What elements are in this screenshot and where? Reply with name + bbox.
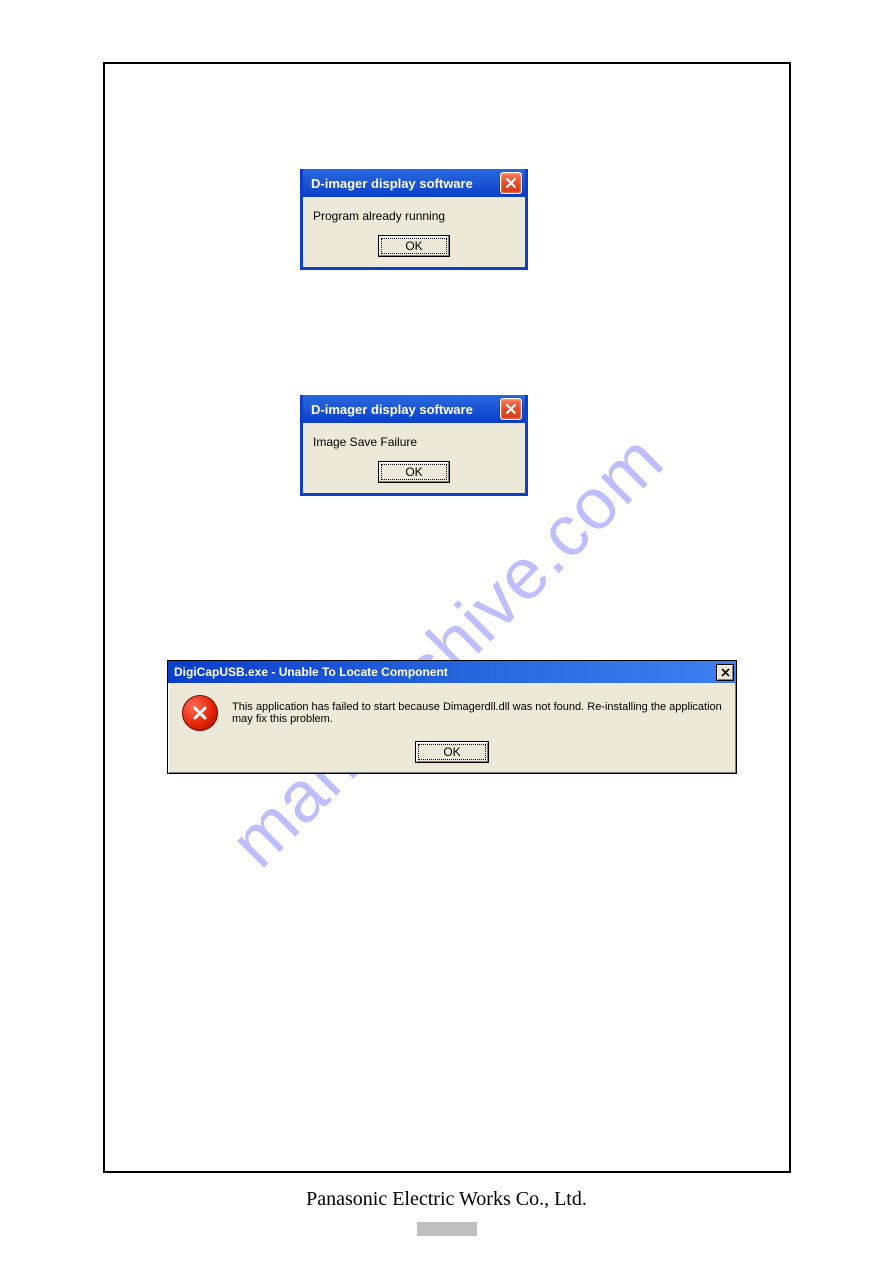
dialog1-body: Program already running OK	[303, 197, 525, 267]
footer-page-indicator	[417, 1222, 477, 1236]
dialog3-body: This application has failed to start bec…	[168, 683, 736, 735]
ok-button[interactable]: OK	[378, 461, 450, 483]
ok-button[interactable]: OK	[415, 741, 489, 763]
error-icon	[182, 695, 218, 731]
ok-button[interactable]: OK	[378, 235, 450, 257]
close-icon[interactable]	[716, 664, 734, 681]
dialog3-title: DigiCapUSB.exe - Unable To Locate Compon…	[174, 665, 716, 679]
dialog2-title: D-imager display software	[311, 402, 500, 417]
footer-company: Panasonic Electric Works Co., Ltd.	[0, 1188, 893, 1211]
dialog2-message: Image Save Failure	[313, 435, 515, 449]
dialog-unable-to-locate-component: DigiCapUSB.exe - Unable To Locate Compon…	[167, 660, 737, 774]
dialog2-titlebar[interactable]: D-imager display software	[303, 395, 525, 423]
dialog2-body: Image Save Failure OK	[303, 423, 525, 493]
document-frame: manualshive.com D-imager display softwar…	[103, 62, 791, 1173]
document-page: manualshive.com D-imager display softwar…	[0, 0, 893, 1263]
dialog1-titlebar[interactable]: D-imager display software	[303, 169, 525, 197]
dialog3-message: This application has failed to start bec…	[232, 701, 722, 725]
dialog1-title: D-imager display software	[311, 176, 500, 191]
close-icon[interactable]	[500, 398, 522, 420]
close-icon[interactable]	[500, 172, 522, 194]
dialog-image-save-failure: D-imager display software Image Save Fai…	[300, 395, 528, 496]
dialog-program-already-running: D-imager display software Program alread…	[300, 169, 528, 270]
dialog1-message: Program already running	[313, 209, 515, 223]
dialog3-titlebar[interactable]: DigiCapUSB.exe - Unable To Locate Compon…	[168, 661, 736, 683]
